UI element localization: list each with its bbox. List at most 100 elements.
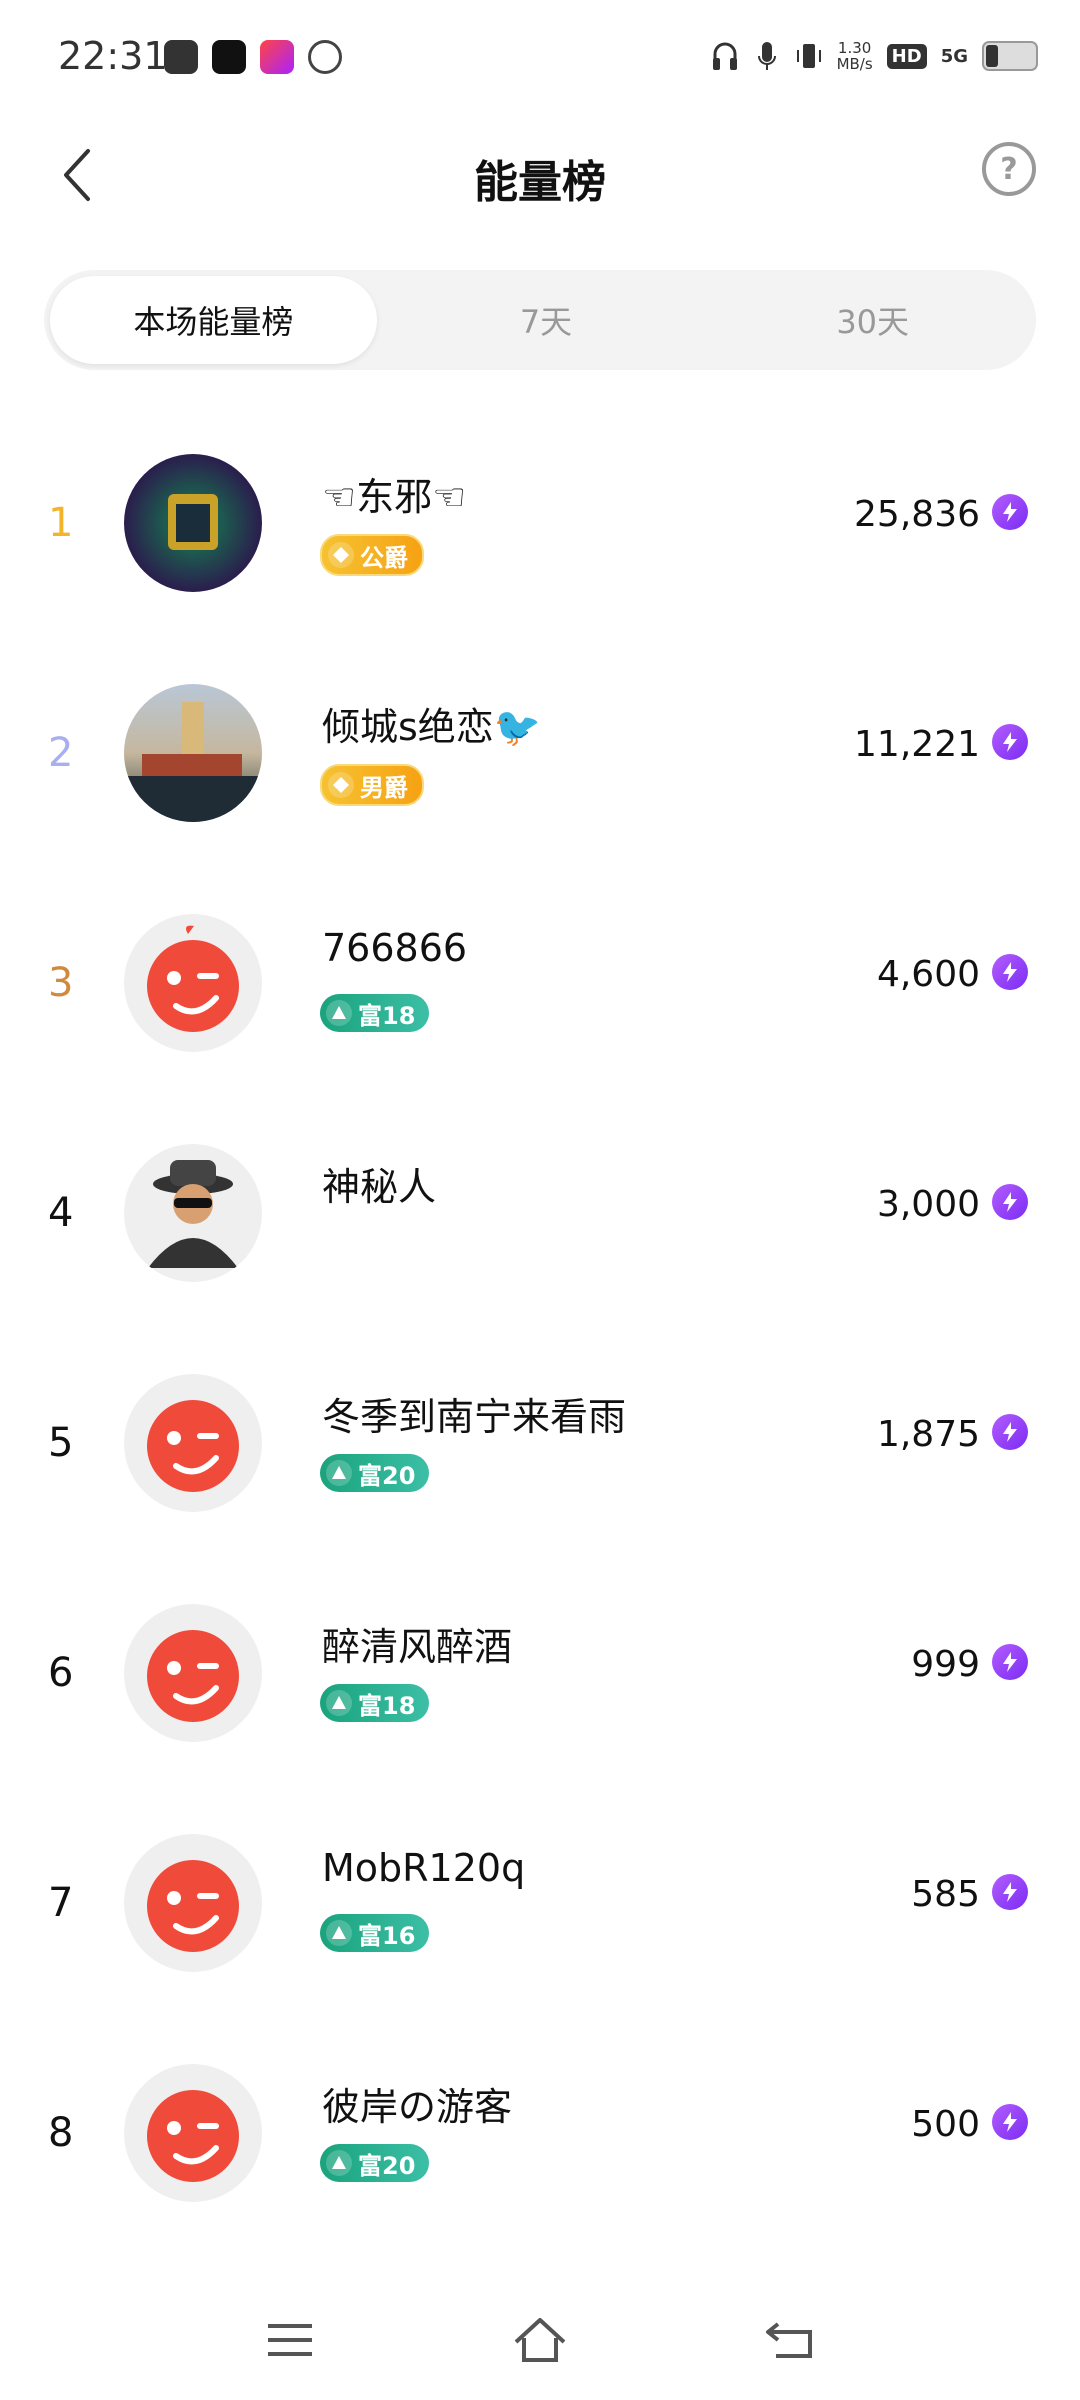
- rank-number: 6: [48, 1650, 74, 1696]
- system-status-icons: 1.30 MB/s HD 5G: [711, 38, 1038, 74]
- hd-badge: HD: [886, 43, 927, 69]
- rank-number: 1: [48, 500, 74, 546]
- ranking-row[interactable]: 5 冬季到南宁来看雨 富20 1,875: [0, 1350, 1080, 1580]
- rank-number: 2: [48, 730, 74, 776]
- noble-badge: 男爵: [320, 764, 424, 806]
- network-speed: 1.30 MB/s: [836, 39, 873, 73]
- home-icon: [514, 2318, 566, 2362]
- status-time: 22:31: [58, 34, 168, 78]
- user-name: 神秘人: [322, 1165, 437, 1209]
- lightning-icon: [992, 2104, 1028, 2140]
- menu-icon: [268, 2324, 312, 2356]
- avatar[interactable]: [124, 1144, 262, 1282]
- status-bar: 22:31 1.30 MB/s HD 5G: [0, 0, 1080, 120]
- wealth-level-badge: 富16: [320, 1914, 430, 1952]
- rank-number: 5: [48, 1420, 74, 1466]
- period-tabs: 本场能量榜 7天 30天: [44, 270, 1036, 370]
- mystery-person-avatar-icon: [148, 1160, 238, 1268]
- return-icon: [766, 2322, 812, 2358]
- avatar[interactable]: [124, 2064, 262, 2202]
- header: 能量榜 ?: [0, 120, 1080, 230]
- lightning-icon: [992, 494, 1028, 530]
- energy-score: 999: [911, 1644, 980, 1685]
- notification-icons: [164, 40, 342, 74]
- lightning-icon: [992, 1414, 1028, 1450]
- diamond-icon: [328, 772, 354, 798]
- user-name: 彼岸の游客: [322, 2085, 513, 2129]
- default-avatar-icon: [147, 2090, 239, 2182]
- microphone-icon: [757, 42, 776, 70]
- menu-button[interactable]: [260, 2310, 320, 2370]
- default-avatar-icon: [147, 1860, 239, 1952]
- ranking-row[interactable]: 3 766866 富18 4,600: [0, 890, 1080, 1120]
- wealth-level-badge: 富18: [320, 994, 430, 1032]
- ranking-row[interactable]: 6 醉清风醉酒 富18 999: [0, 1580, 1080, 1810]
- triangle-icon: [326, 1000, 352, 1026]
- headphones-icon: [712, 42, 737, 70]
- signal-5g-label: 5G: [940, 45, 968, 67]
- user-name: 冬季到南宁来看雨: [322, 1395, 627, 1439]
- rank-number: 8: [48, 2110, 74, 2156]
- system-nav-bar: [0, 2280, 1080, 2400]
- default-avatar-icon: [147, 1630, 239, 1722]
- lightning-icon: [992, 724, 1028, 760]
- triangle-icon: [326, 2150, 352, 2176]
- rank-number: 7: [48, 1880, 74, 1926]
- mail-app-icon: [164, 40, 198, 74]
- rank-number: 4: [48, 1190, 74, 1236]
- ranking-row[interactable]: 8 彼岸の游客 富20 500: [0, 2040, 1080, 2270]
- default-avatar-icon: [147, 1400, 239, 1492]
- vibrate-icon: [796, 44, 821, 68]
- rank-number: 3: [48, 960, 74, 1006]
- energy-score: 25,836: [854, 494, 980, 535]
- tab-this-session[interactable]: 本场能量榜: [50, 276, 377, 364]
- wealth-level-badge: 富20: [320, 1454, 430, 1492]
- home-button[interactable]: [510, 2310, 570, 2370]
- avatar[interactable]: [124, 914, 262, 1052]
- user-name: MobR120q: [322, 1846, 526, 1890]
- avatar[interactable]: [124, 1604, 262, 1742]
- ranking-row[interactable]: 2 倾城s绝恋🐦 男爵 11,221: [0, 660, 1080, 890]
- energy-score: 4,600: [876, 954, 980, 995]
- tiktok-app-icon: [212, 40, 246, 74]
- energy-score: 500: [911, 2104, 980, 2145]
- lightning-icon: [992, 1184, 1028, 1220]
- energy-score: 585: [911, 1874, 980, 1915]
- page-title: 能量榜: [474, 157, 606, 208]
- tab-7-days[interactable]: 7天: [383, 270, 710, 370]
- triangle-icon: [326, 1920, 352, 1946]
- lightning-icon: [992, 954, 1028, 990]
- energy-score: 1,875: [876, 1414, 980, 1455]
- battery-icon: [982, 41, 1038, 71]
- pagoda-avatar-image: [124, 702, 262, 822]
- triangle-icon: [326, 1690, 352, 1716]
- link-app-icon: [308, 40, 342, 74]
- avatar[interactable]: [124, 684, 262, 822]
- noble-badge: 公爵: [320, 534, 424, 576]
- avatar[interactable]: [124, 1374, 262, 1512]
- wealth-level-badge: 富18: [320, 1684, 430, 1722]
- lightning-icon: [992, 1874, 1028, 1910]
- energy-score: 3,000: [876, 1184, 980, 1225]
- wealth-level-badge: 富20: [320, 2144, 430, 2182]
- energy-score: 11,221: [854, 724, 980, 765]
- fu-character-avatar-image: [168, 494, 218, 550]
- user-name: 醉清风醉酒: [322, 1625, 513, 1669]
- default-avatar-icon: [147, 925, 239, 1032]
- help-button[interactable]: ?: [982, 142, 1036, 196]
- ranking-row[interactable]: 7 MobR120q 富16 585: [0, 1810, 1080, 2040]
- lightning-icon: [992, 1644, 1028, 1680]
- avatar[interactable]: [124, 1834, 262, 1972]
- ranking-list: 1 ☜东邪☜ 公爵 25,836 2 倾城s绝恋🐦 男爵 11,221 3 76…: [0, 430, 1080, 2270]
- question-mark-icon: ?: [1000, 151, 1018, 187]
- six-app-icon: [260, 40, 294, 74]
- user-name: 766866: [322, 926, 468, 970]
- ranking-row[interactable]: 1 ☜东邪☜ 公爵 25,836: [0, 430, 1080, 660]
- tab-30-days[interactable]: 30天: [709, 270, 1036, 370]
- ranking-row[interactable]: 4 神秘人 3,000: [0, 1120, 1080, 1350]
- back-nav-button[interactable]: [760, 2310, 820, 2370]
- triangle-icon: [326, 1460, 352, 1486]
- user-name: 倾城s绝恋🐦: [322, 705, 542, 749]
- user-name: ☜东邪☜: [322, 475, 467, 519]
- avatar[interactable]: [124, 454, 262, 592]
